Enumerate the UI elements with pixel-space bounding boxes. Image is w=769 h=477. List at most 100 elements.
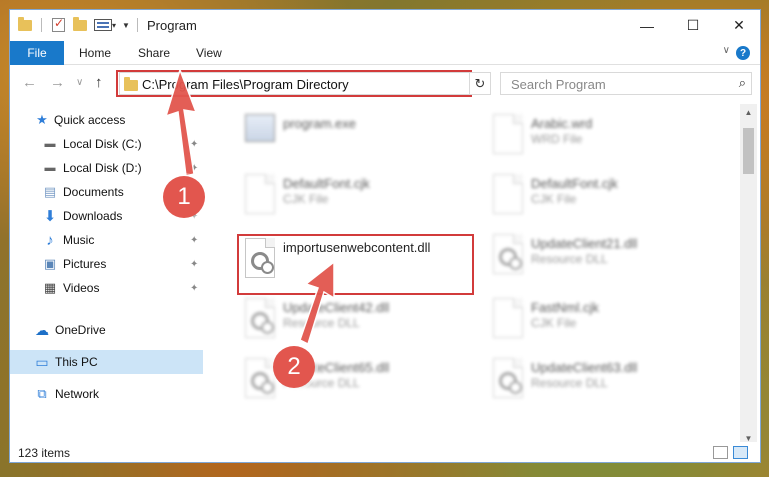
search-icon[interactable]: ⌕ — [739, 75, 746, 91]
tab-file[interactable]: File — [10, 41, 64, 65]
sidebar-item-music[interactable]: ♪ Music ✦ — [10, 228, 203, 252]
tab-share[interactable]: Share — [138, 46, 170, 60]
dll-icon — [493, 358, 523, 398]
drive-icon: ▬ — [44, 138, 56, 150]
star-icon: ★ — [36, 112, 48, 127]
sidebar-item-label: OneDrive — [55, 323, 106, 337]
music-icon: ♪ — [46, 231, 54, 249]
dll-icon — [245, 358, 275, 398]
dll-icon — [493, 234, 523, 274]
new-folder-icon[interactable] — [73, 16, 87, 33]
file-type: CJK File — [283, 192, 329, 206]
properties-check-icon[interactable] — [52, 16, 65, 33]
sidebar-item-label: Local Disk (D:) — [63, 161, 142, 175]
pictures-icon: ▣ — [43, 256, 57, 271]
scroll-up-icon[interactable]: ▲ — [740, 104, 757, 121]
navigation-bar: ← → ∨ ↑ C:\Program Files\Program Directo… — [10, 66, 760, 100]
file-item[interactable]: DefaultFont.cjk CJK File — [225, 172, 455, 228]
sidebar-item-label: Network — [55, 387, 100, 401]
collapse-ribbon-icon[interactable]: ∨ — [723, 45, 730, 56]
vertical-scrollbar[interactable]: ▲ ▼ — [740, 104, 757, 447]
file-icon — [493, 298, 523, 338]
file-icon — [493, 114, 523, 154]
gear-icon — [251, 312, 274, 334]
explorer-window: ▾ ▼ Program — ☐ ✕ File Home Share View ∨… — [9, 9, 761, 463]
pin-icon[interactable]: ✦ — [190, 235, 198, 246]
help-icon[interactable]: ? — [736, 46, 750, 60]
close-button[interactable]: ✕ — [716, 10, 760, 41]
file-icon — [245, 174, 275, 214]
gear-icon — [499, 248, 522, 270]
maximize-button[interactable]: ☐ — [670, 10, 716, 41]
tab-view[interactable]: View — [196, 46, 222, 60]
recent-locations-button[interactable]: ∨ — [76, 77, 83, 88]
file-item[interactable]: DefaultFont.cjk CJK File — [473, 172, 703, 228]
sidebar-item-videos[interactable]: ▦ Videos ✦ — [10, 276, 203, 300]
search-input[interactable]: Search Program — [511, 77, 606, 92]
search-box[interactable]: Search Program ⌕ — [500, 72, 752, 95]
sidebar-item-this-pc[interactable]: ▭ This PC — [10, 350, 203, 374]
file-icon — [493, 174, 523, 214]
sidebar-item-pictures[interactable]: ▣ Pictures ✦ — [10, 252, 203, 276]
file-item[interactable]: UpdateClient63.dll Resource DLL — [473, 356, 703, 412]
file-type: WRD File — [531, 132, 583, 146]
window-title: Program — [147, 18, 197, 33]
documents-icon: ▤ — [43, 184, 57, 199]
up-button[interactable]: ↑ — [95, 74, 103, 91]
navigation-pane: ★ Quick access ▬ Local Disk (C:) ✦ ▬ Loc… — [10, 104, 203, 434]
sidebar-item-quick-access[interactable]: ★ Quick access — [10, 108, 203, 132]
forward-button[interactable]: → — [50, 74, 65, 91]
sidebar-item-local-disk-d[interactable]: ▬ Local Disk (D:) ✦ — [10, 156, 203, 180]
address-highlight-box — [116, 70, 472, 97]
item-count: 123 items — [18, 446, 71, 460]
exe-icon — [245, 114, 275, 142]
tab-home[interactable]: Home — [79, 46, 111, 60]
title-bar: ▾ ▼ Program — ☐ ✕ — [10, 10, 760, 41]
file-item[interactable]: Arabic.wrd WRD File — [473, 112, 703, 168]
scrollbar-thumb[interactable] — [743, 128, 754, 174]
customize-toolbar-icon[interactable]: ▼ — [122, 17, 130, 33]
pin-icon[interactable]: ✦ — [190, 139, 198, 150]
download-icon: ⬇ — [43, 208, 57, 225]
gear-icon — [499, 372, 522, 394]
file-item[interactable]: UpdateClient21.dll Resource DLL — [473, 232, 703, 288]
step-2-badge: 2 — [273, 346, 315, 388]
sidebar-item-network[interactable]: ⧉ Network — [10, 382, 203, 406]
file-item[interactable]: FastNml.cjk CJK File — [473, 296, 703, 352]
file-name: UpdateClient42.dll — [283, 300, 390, 315]
file-type: Resource DLL — [531, 376, 608, 390]
gear-icon — [251, 372, 274, 394]
sidebar-item-label: Videos — [63, 281, 100, 295]
pin-icon[interactable]: ✦ — [190, 163, 198, 174]
separator — [137, 17, 138, 33]
sidebar-item-onedrive[interactable]: ☁ OneDrive — [10, 318, 203, 342]
computer-icon: ▭ — [35, 353, 49, 370]
pin-icon[interactable]: ✦ — [190, 259, 198, 270]
back-button[interactable]: ← — [22, 74, 37, 91]
dll-icon — [245, 298, 275, 338]
sidebar-item-label: Downloads — [63, 209, 123, 223]
file-type: Resource DLL — [283, 316, 360, 330]
refresh-button[interactable]: ↻ — [469, 72, 491, 95]
file-type: CJK File — [531, 316, 577, 330]
sidebar-item-label: Music — [63, 233, 95, 247]
separator — [41, 17, 42, 33]
sidebar-item-label: Local Disk (C:) — [63, 137, 142, 151]
file-item[interactable]: UpdateClient42.dll Resource DLL — [225, 296, 455, 352]
large-icons-view-icon[interactable] — [733, 446, 748, 459]
folder-icon[interactable] — [18, 16, 32, 33]
drive-icon: ▬ — [44, 162, 56, 174]
file-item[interactable]: UpdateClient65.dll Resource DLL — [225, 356, 455, 412]
pin-icon[interactable]: ✦ — [190, 283, 198, 294]
file-name: UpdateClient21.dll — [531, 236, 638, 251]
network-icon: ⧉ — [37, 386, 47, 401]
sidebar-item-local-disk-c[interactable]: ▬ Local Disk (C:) ✦ — [10, 132, 203, 156]
sidebar-item-label: Quick access — [54, 113, 126, 127]
view-icon[interactable]: ▾ — [94, 17, 116, 33]
file-item[interactable]: program.exe — [225, 112, 455, 168]
details-view-icon[interactable] — [713, 446, 728, 459]
sidebar-item-label: This PC — [55, 355, 98, 369]
file-name: FastNml.cjk — [531, 300, 599, 315]
sidebar-item-label: Pictures — [63, 257, 107, 271]
minimize-button[interactable]: — — [624, 10, 670, 41]
